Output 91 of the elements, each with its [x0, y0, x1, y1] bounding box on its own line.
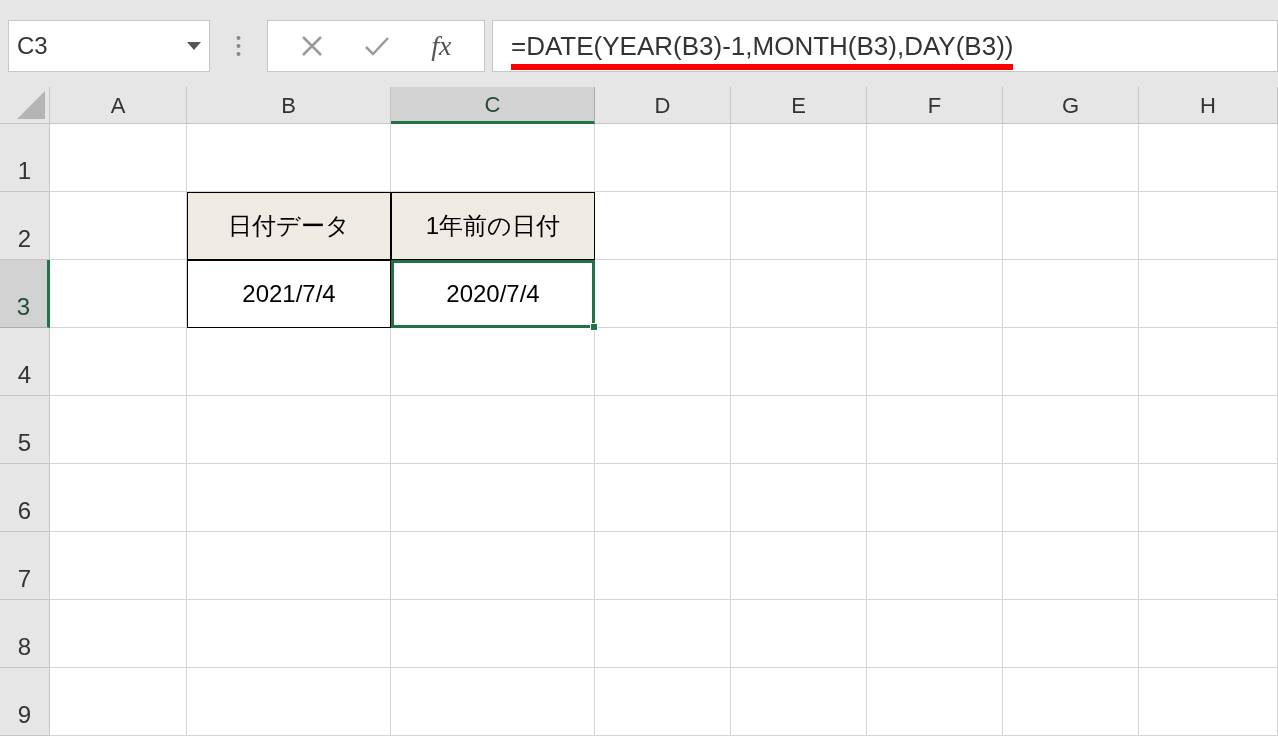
table-cell[interactable]: 2020/7/4 [391, 260, 595, 328]
grid-cell[interactable] [595, 464, 731, 532]
grid-cell[interactable] [595, 124, 731, 192]
grid-cell[interactable] [867, 668, 1003, 736]
grid-cell[interactable] [1139, 396, 1278, 464]
grid-cell[interactable] [731, 668, 867, 736]
row-header[interactable]: 8 [0, 600, 50, 668]
grid-cell[interactable] [595, 668, 731, 736]
grid-cell[interactable] [1003, 600, 1139, 668]
grid-cell[interactable] [1139, 260, 1278, 328]
column-header[interactable]: F [867, 87, 1003, 124]
grid-cell[interactable] [1139, 328, 1278, 396]
grid-cell[interactable] [50, 600, 187, 668]
vertical-dots-icon [236, 34, 241, 57]
grid-cell[interactable] [50, 396, 187, 464]
row-header[interactable]: 2 [0, 192, 50, 260]
row-header[interactable]: 1 [0, 124, 50, 192]
row-header[interactable]: 6 [0, 464, 50, 532]
grid-cell[interactable] [731, 464, 867, 532]
row-header[interactable]: 3 [0, 260, 50, 328]
cancel-icon[interactable] [300, 34, 323, 57]
grid-cell[interactable] [187, 600, 391, 668]
column-header[interactable]: H [1139, 87, 1278, 124]
table-header-cell: 日付データ [187, 192, 391, 260]
grid-cell[interactable] [731, 124, 867, 192]
grid-cell[interactable] [391, 532, 595, 600]
grid-cell[interactable] [1139, 668, 1278, 736]
grid-cell[interactable] [1003, 464, 1139, 532]
fill-handle[interactable] [590, 323, 598, 331]
insert-function-button[interactable]: fx [431, 24, 452, 67]
grid-cell[interactable] [50, 124, 187, 192]
grid-cell[interactable] [731, 260, 867, 328]
grid-cell[interactable] [1003, 192, 1139, 260]
grid-cell[interactable] [1003, 328, 1139, 396]
corner-triangle-icon [17, 91, 45, 119]
table-cell[interactable]: 2021/7/4 [187, 260, 391, 328]
grid-cell[interactable] [595, 532, 731, 600]
grid-cell[interactable] [867, 532, 1003, 600]
grid-cell[interactable] [1139, 192, 1278, 260]
grid-cell[interactable] [867, 260, 1003, 328]
grid-cell[interactable] [867, 192, 1003, 260]
grid-cell[interactable] [1003, 124, 1139, 192]
grid-cell[interactable] [595, 600, 731, 668]
grid-cell[interactable] [391, 600, 595, 668]
grid-cell[interactable] [867, 396, 1003, 464]
grid-cell[interactable] [1003, 260, 1139, 328]
grid-cell[interactable] [1139, 124, 1278, 192]
column-header[interactable]: A [50, 87, 187, 124]
grid-cell[interactable] [391, 396, 595, 464]
grid-cell[interactable] [391, 464, 595, 532]
grid-cell[interactable] [1003, 668, 1139, 736]
row-header[interactable]: 4 [0, 328, 50, 396]
grid-cell[interactable] [731, 396, 867, 464]
grid-cell[interactable] [50, 532, 187, 600]
grid-cell[interactable] [867, 464, 1003, 532]
formula-text: =DATE(YEAR(B3)-1,MONTH(B3),DAY(B3)) [511, 29, 1014, 63]
column-header[interactable]: D [595, 87, 731, 124]
column-header[interactable]: G [1003, 87, 1139, 124]
grid-cell[interactable] [867, 328, 1003, 396]
row-header[interactable]: 5 [0, 396, 50, 464]
grid-cell[interactable] [731, 192, 867, 260]
grid-cell[interactable] [187, 396, 391, 464]
grid-cell[interactable] [731, 532, 867, 600]
grid-cell[interactable] [595, 396, 731, 464]
grid-cell[interactable] [50, 668, 187, 736]
grid-cell[interactable] [50, 464, 187, 532]
row-header[interactable]: 7 [0, 532, 50, 600]
grid-cell[interactable] [1003, 532, 1139, 600]
grid-cell[interactable] [391, 668, 595, 736]
formula-field[interactable]: =DATE(YEAR(B3)-1,MONTH(B3),DAY(B3)) [492, 19, 1278, 72]
column-header[interactable]: B [187, 87, 391, 124]
grid-cell[interactable] [187, 532, 391, 600]
grid-cell[interactable] [867, 124, 1003, 192]
grid-cell[interactable] [867, 600, 1003, 668]
grid-cell[interactable] [187, 668, 391, 736]
row-header[interactable]: 9 [0, 668, 50, 736]
grid-cell[interactable] [187, 464, 391, 532]
grid-cell[interactable] [731, 600, 867, 668]
column-header[interactable]: E [731, 87, 867, 124]
grid-cell[interactable] [731, 328, 867, 396]
column-header[interactable]: C [391, 87, 595, 124]
dropdown-caret-icon[interactable] [187, 41, 201, 50]
grid-cell[interactable] [1139, 532, 1278, 600]
grid-cell[interactable] [1139, 464, 1278, 532]
table-header-cell: 1年前の日付 [391, 192, 595, 260]
name-box[interactable]: C3 [8, 19, 210, 72]
select-all-corner[interactable] [0, 87, 50, 124]
grid-cell[interactable] [1003, 396, 1139, 464]
grid-cell[interactable] [50, 328, 187, 396]
grid-cell[interactable] [1139, 600, 1278, 668]
grid-cell[interactable] [595, 328, 731, 396]
